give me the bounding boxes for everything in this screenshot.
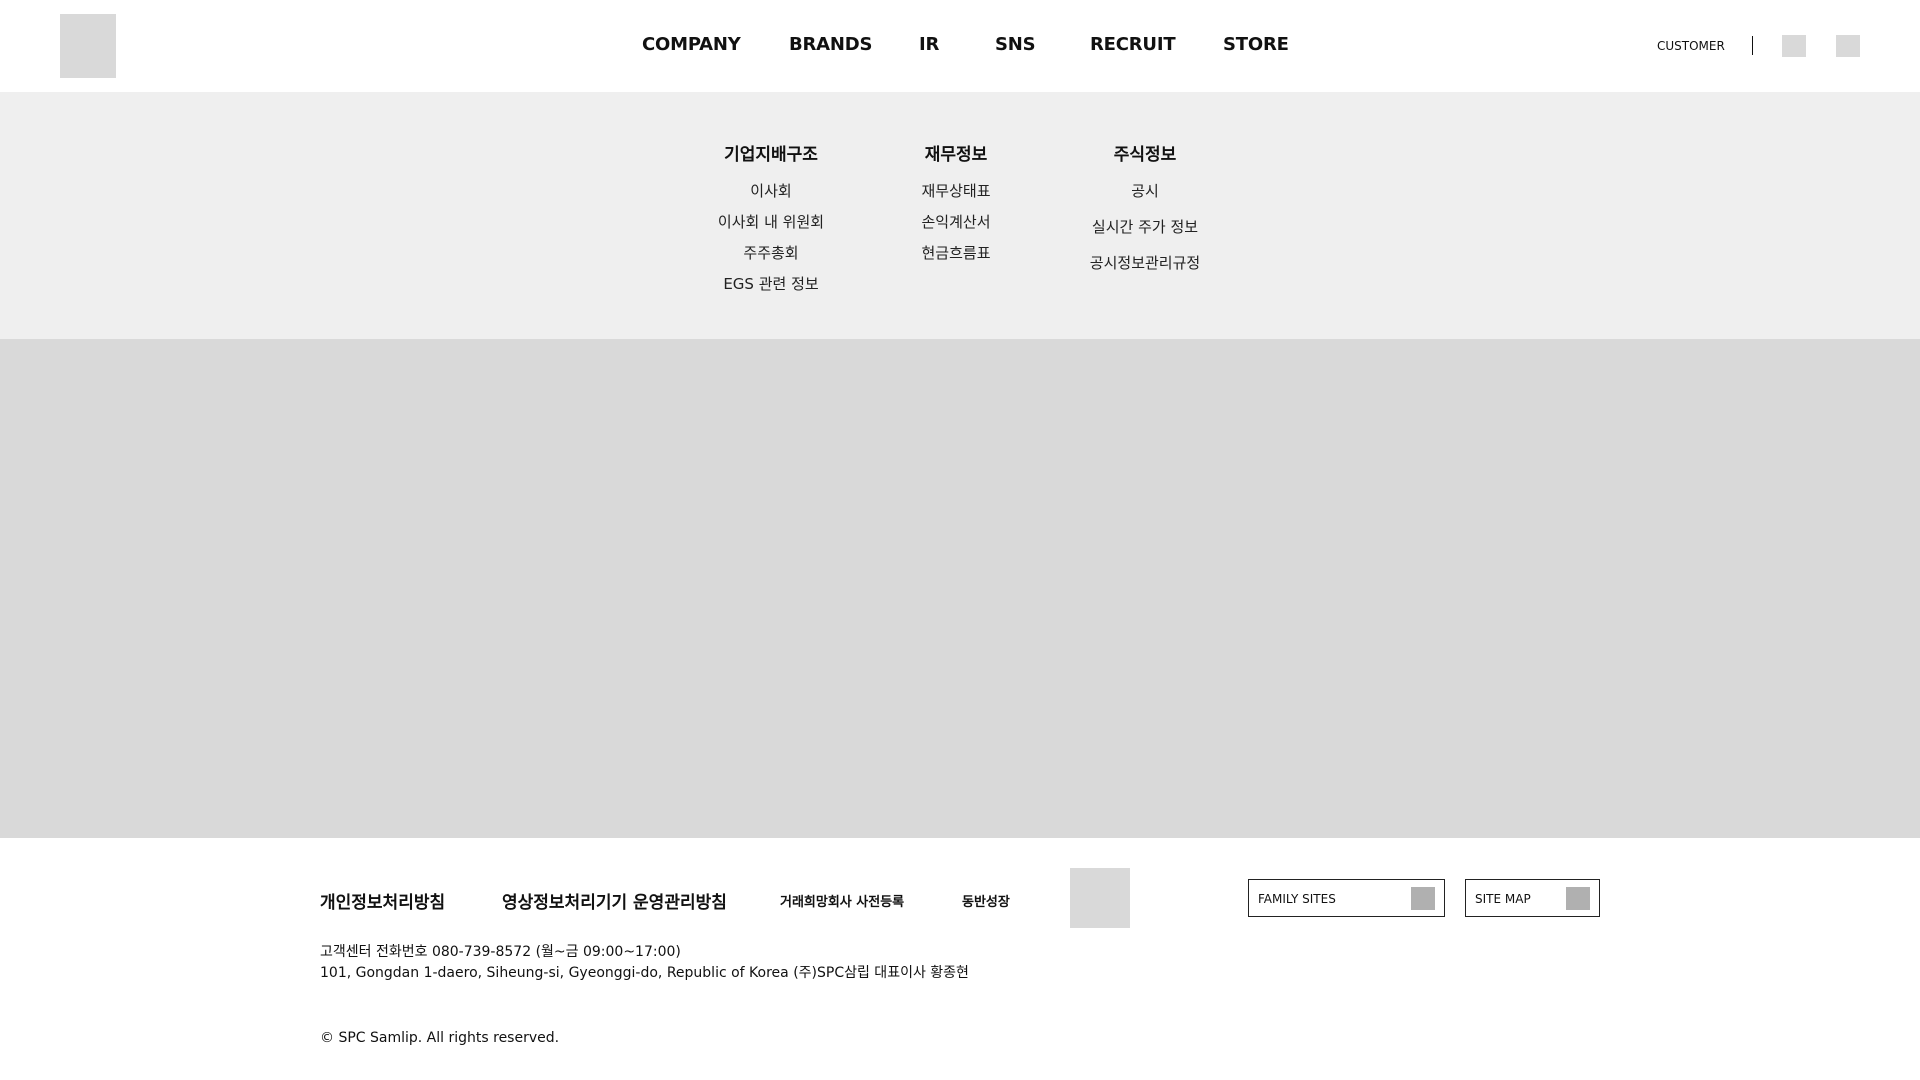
dropdown-icon [1566, 887, 1590, 910]
nav-company[interactable]: COMPANY [642, 34, 741, 55]
copyright: © SPC Samlip. All rights reserved. [320, 1030, 560, 1046]
submenu-item-shareholders-meeting[interactable]: 주주총회 [743, 242, 798, 263]
header-divider [1752, 36, 1753, 55]
nav-sns[interactable]: SNS [995, 34, 1036, 55]
submenu-item-board[interactable]: 이사회 [750, 180, 791, 201]
submenu-item-cash-flow[interactable]: 현금흐름표 [921, 242, 990, 263]
shared-growth-link[interactable]: 동반성장 [962, 891, 1010, 910]
menu-icon[interactable] [1836, 35, 1860, 57]
site-header: COMPANY BRANDS IR SNS RECRUIT STORE CUST… [0, 0, 1920, 92]
language-icon[interactable] [1782, 35, 1806, 57]
privacy-policy-link[interactable]: 개인정보처리방침 [320, 888, 445, 913]
certification-badge [1070, 868, 1130, 928]
submenu-item-board-committee[interactable]: 이사회 내 위원회 [718, 211, 824, 232]
nav-store[interactable]: STORE [1223, 34, 1289, 55]
main-nav: COMPANY BRANDS IR SNS RECRUIT STORE [0, 0, 1920, 92]
submenu-item-egs-info[interactable]: EGS 관련 정보 [723, 273, 818, 294]
address-info: 101, Gongdan 1-daero, Siheung-si, Gyeong… [320, 965, 969, 981]
submenu-item-disclosure-policy[interactable]: 공시정보관리규정 [1090, 252, 1200, 273]
family-sites-select[interactable]: FAMILY SITES [1248, 879, 1445, 917]
submenu-title-stock[interactable]: 주식정보 [1114, 140, 1177, 165]
submenu-item-income-statement[interactable]: 손익계산서 [921, 211, 990, 232]
submenu-item-disclosure[interactable]: 공시 [1131, 180, 1159, 201]
supplier-registration-link[interactable]: 거래희망회사 사전등록 [780, 891, 904, 910]
submenu-item-balance-sheet[interactable]: 재무상태표 [921, 180, 990, 201]
nav-recruit[interactable]: RECRUIT [1090, 34, 1176, 55]
cctv-policy-link[interactable]: 영상정보처리기기 운영관리방침 [502, 888, 727, 913]
submenu-title-financial[interactable]: 재무정보 [925, 140, 988, 165]
contact-info: 고객센터 전화번호 080-739-8572 (월~금 09:00~17:00) [320, 944, 681, 960]
site-map-label: SITE MAP [1475, 892, 1531, 906]
hero-image-placeholder [0, 339, 1920, 838]
family-sites-label: FAMILY SITES [1258, 892, 1336, 906]
submenu-item-realtime-stock[interactable]: 실시간 주가 정보 [1092, 216, 1198, 237]
nav-ir[interactable]: IR [919, 34, 939, 55]
submenu-title-governance[interactable]: 기업지배구조 [724, 140, 818, 165]
ir-submenu: 기업지배구조 이사회 이사회 내 위원회 주주총회 EGS 관련 정보 재무정보… [0, 92, 1920, 339]
site-map-select[interactable]: SITE MAP [1465, 879, 1600, 917]
nav-brands[interactable]: BRANDS [789, 34, 872, 55]
customer-link[interactable]: CUSTOMER [1657, 39, 1725, 53]
site-footer: 개인정보처리방침 영상정보처리기기 운영관리방침 거래희망회사 사전등록 동반성… [0, 838, 1920, 1080]
dropdown-icon [1411, 887, 1435, 910]
